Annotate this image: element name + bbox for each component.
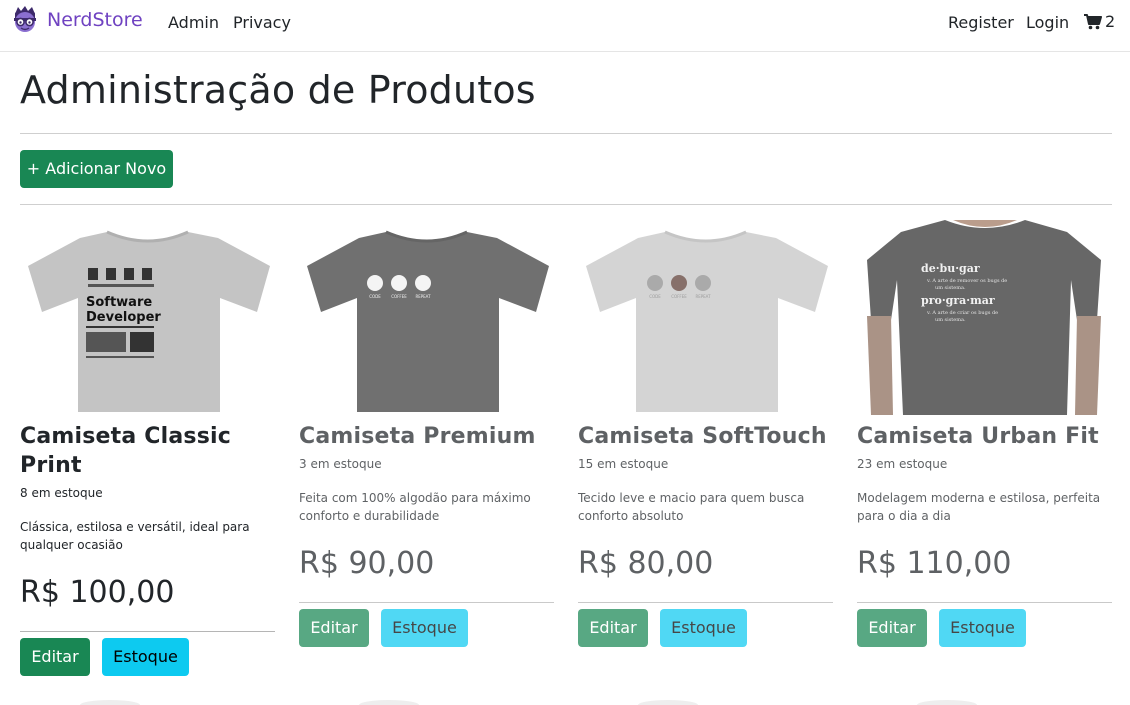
stock-button[interactable]: Estoque [660,609,747,647]
edit-button[interactable]: Editar [20,638,90,676]
print-text: CODE [369,294,381,299]
cart-count: 2 [1105,12,1116,31]
product-price: R$ 80,00 [578,546,714,581]
product-card: Software Developer Camiseta Classic Prin… [20,220,275,676]
product-stock: 3 em estoque [299,457,382,471]
navbar: NerdStore Admin Privacy Register Login 2 [0,0,1130,52]
stock-button[interactable]: Estoque [939,609,1026,647]
next-row-image-edge [917,700,977,705]
shopping-cart-icon [1084,13,1102,29]
product-image: CODE COFFEE REPEAT [586,230,828,412]
divider [20,204,1112,205]
print-text: v. A arte de criar os bugs de [926,310,998,316]
stock-button[interactable]: Estoque [381,609,468,647]
card-actions: Editar Estoque [20,638,275,676]
product-card: de·bu·gar v. A arte de remover os bugs d… [857,220,1112,647]
edit-button[interactable]: Editar [857,609,927,647]
nav-link-admin[interactable]: Admin [168,13,219,32]
product-description: Tecido leve e macio para quem busca conf… [578,491,805,523]
nav-link-privacy[interactable]: Privacy [233,13,291,32]
cart-link[interactable]: 2 [1084,12,1115,31]
print-text: um sistema. [935,317,966,323]
page-title: Administração de Produtos [20,68,536,112]
product-description: Modelagem moderna e estilosa, perfeita p… [857,491,1101,523]
next-row-image-edge [80,700,140,705]
divider [20,133,1112,134]
product-price: R$ 100,00 [20,575,175,610]
product-image: Software Developer [28,230,270,412]
print-text: REPEAT [695,294,711,299]
product-image: de·bu·gar v. A arte de remover os bugs d… [857,220,1112,415]
next-row-image-edge [638,700,698,705]
product-name: Camiseta Classic Print [20,424,231,478]
print-text: REPEAT [415,294,431,299]
product-name: Camiseta Premium [299,424,536,449]
print-text: CODE [649,294,661,299]
brand-name: NerdStore [47,9,143,31]
divider [299,602,554,603]
print-text: COFFEE [671,294,687,299]
product-description: Feita com 100% algodão para máximo confo… [299,491,531,523]
nav-link-login[interactable]: Login [1026,13,1069,32]
brand-link[interactable]: NerdStore [12,5,143,35]
edit-button[interactable]: Editar [299,609,369,647]
add-new-product-button[interactable]: + Adicionar Novo [20,150,173,188]
product-card: CODE COFFEE REPEAT Camiseta Premium 3 em… [299,220,554,647]
product-description: Clássica, estilosa e versátil, ideal par… [20,520,250,552]
card-actions: Editar Estoque [299,609,554,647]
nav-link-register[interactable]: Register [948,13,1014,32]
product-stock: 8 em estoque [20,486,103,500]
print-text: Developer [86,310,161,325]
product-price: R$ 90,00 [299,546,435,581]
divider [20,631,275,632]
product-stock: 15 em estoque [578,457,669,471]
card-actions: Editar Estoque [857,609,1112,647]
product-name: Camiseta Urban Fit [857,424,1099,449]
nerd-face-logo-icon [14,6,36,32]
edit-button[interactable]: Editar [578,609,648,647]
stock-button[interactable]: Estoque [102,638,189,676]
divider [857,602,1112,603]
product-stock: 23 em estoque [857,457,948,471]
card-actions: Editar Estoque [578,609,833,647]
print-text: de·bu·gar [921,262,980,275]
print-text: pro·gra·mar [921,294,995,307]
product-name: Camiseta SoftTouch [578,424,827,449]
product-price: R$ 110,00 [857,546,1012,581]
print-text: v. A arte de remover os bugs de [926,278,1007,284]
next-row-image-edge [359,700,419,705]
divider [578,602,833,603]
print-text: COFFEE [391,294,407,299]
product-image: CODE COFFEE REPEAT [307,230,549,412]
print-text: Software [86,295,152,310]
product-card: CODE COFFEE REPEAT Camiseta SoftTouch 15… [578,220,833,647]
print-text: um sistema. [935,285,966,291]
